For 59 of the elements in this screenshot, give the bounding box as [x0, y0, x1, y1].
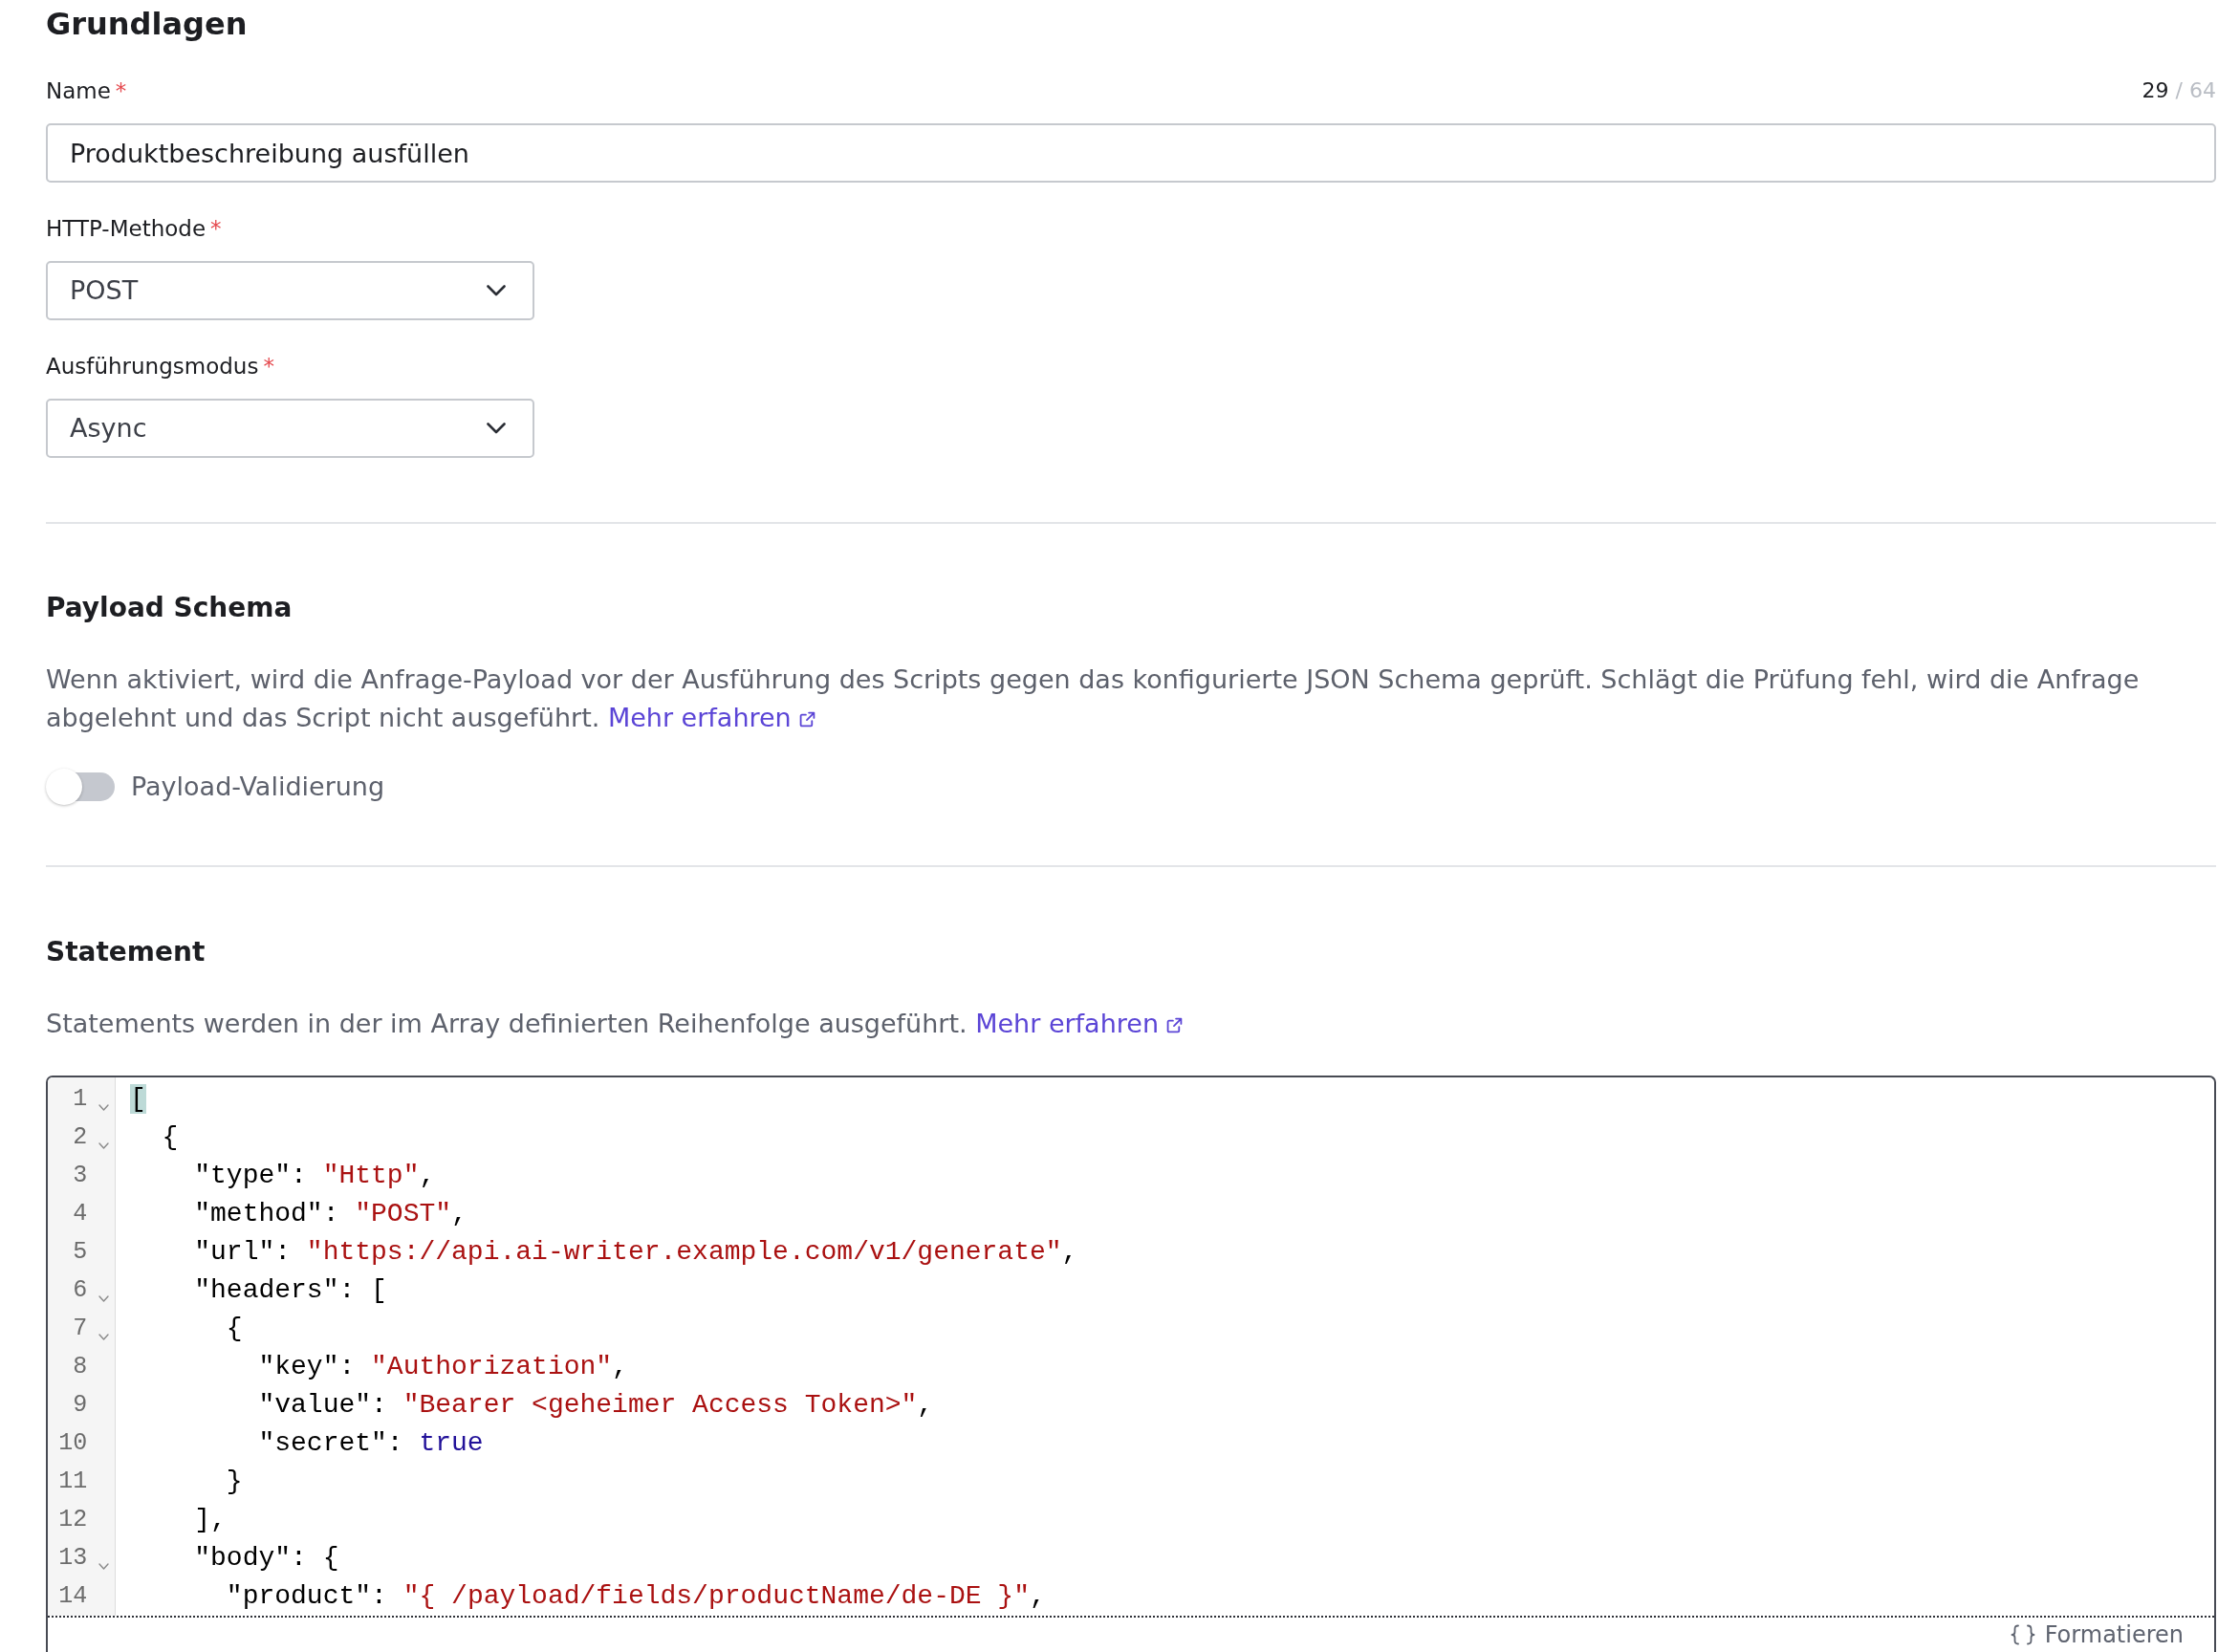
line-number: 7	[72, 1314, 88, 1344]
code-line: ],	[194, 1504, 227, 1536]
code-editor[interactable]	[46, 1076, 2216, 1652]
section-heading: Statement	[46, 935, 207, 969]
line-number: 5	[72, 1237, 88, 1268]
chevron-down-icon[interactable]	[98, 1141, 110, 1149]
code-line: }	[226, 1466, 243, 1498]
section-description: Wenn aktiviert, wird die Anfrage-Payload vor der Ausführung des Scripts gegen das konfigurierte JSON Schema geprüft. Schlägt die Prüfung fehl, wird die Anfrage abgelehnt und das Script nicht ausgeführt. Mehr erfahren	[46, 663, 2141, 734]
external-link-icon	[798, 711, 815, 728]
chevron-down-icon[interactable]	[98, 1333, 110, 1340]
field-label: HTTP-Methode	[46, 215, 207, 243]
code-line: "product": "{ /payload/fields/productName/de-DE }",	[226, 1580, 1046, 1613]
toggle-switch[interactable]	[46, 769, 116, 805]
code-line: "url": "https://api.ai-writer.example.com/v1/generate",	[194, 1236, 1078, 1269]
curly-braces-icon	[2010, 1624, 2035, 1645]
chevron-down-icon[interactable]	[98, 1294, 110, 1302]
line-number: 3	[72, 1161, 88, 1191]
line-number: 10	[57, 1428, 88, 1459]
chevron-down-icon[interactable]	[98, 1103, 110, 1111]
line-number: 11	[57, 1467, 88, 1497]
line-number: 9	[72, 1390, 88, 1421]
code-line: "method": "POST",	[194, 1198, 468, 1230]
code-line: {	[162, 1121, 179, 1154]
code-line: "headers": [	[194, 1274, 387, 1307]
code-line: "value": "Bearer <geheimer Access Token>",	[258, 1389, 934, 1422]
line-number: 4	[72, 1199, 88, 1229]
character-limit: / 64	[2175, 77, 2216, 104]
required-marker: *	[210, 215, 222, 243]
chevron-down-icon	[487, 285, 506, 296]
toggle-label: Payload-Validierung	[131, 771, 385, 803]
line-number: 13	[57, 1543, 88, 1574]
learn-more-link[interactable]: Mehr erfahren	[607, 703, 815, 732]
chevron-down-icon	[487, 423, 506, 434]
chevron-down-icon[interactable]	[98, 1562, 110, 1570]
field-label: Ausführungsmodus	[46, 353, 259, 380]
format-button[interactable]: Formatieren	[2010, 1620, 2184, 1649]
learn-more-link[interactable]: Mehr erfahren	[975, 1009, 1183, 1038]
dropdown-select[interactable]: Async	[46, 399, 534, 458]
code-line: "secret": true	[258, 1427, 484, 1460]
section-heading: Payload Schema	[46, 591, 294, 625]
dropdown-select[interactable]: POST	[46, 261, 534, 320]
character-count: 29	[2142, 77, 2169, 104]
line-number: 8	[72, 1352, 88, 1382]
external-link-icon	[1166, 1017, 1183, 1033]
code-line: {	[226, 1313, 243, 1345]
line-number: 14	[57, 1581, 88, 1612]
section-heading: Grundlagen	[46, 5, 249, 43]
required-marker: *	[263, 353, 274, 380]
text-input[interactable]: Produktbeschreibung ausfüllen	[46, 123, 2216, 183]
line-number: 12	[57, 1505, 88, 1535]
line-number: 2	[72, 1122, 88, 1153]
line-number: 6	[72, 1275, 88, 1306]
required-marker: *	[115, 77, 127, 105]
code-line: "type": "Http",	[194, 1160, 436, 1192]
code-line: "body": {	[194, 1542, 339, 1575]
section-description: Statements werden in der im Array definierten Reihenfolge ausgeführt. Mehr erfahren	[46, 1005, 2216, 1043]
line-number: 1	[72, 1084, 88, 1115]
code-line: "key": "Authorization",	[258, 1351, 628, 1383]
field-label: Name	[46, 77, 111, 105]
